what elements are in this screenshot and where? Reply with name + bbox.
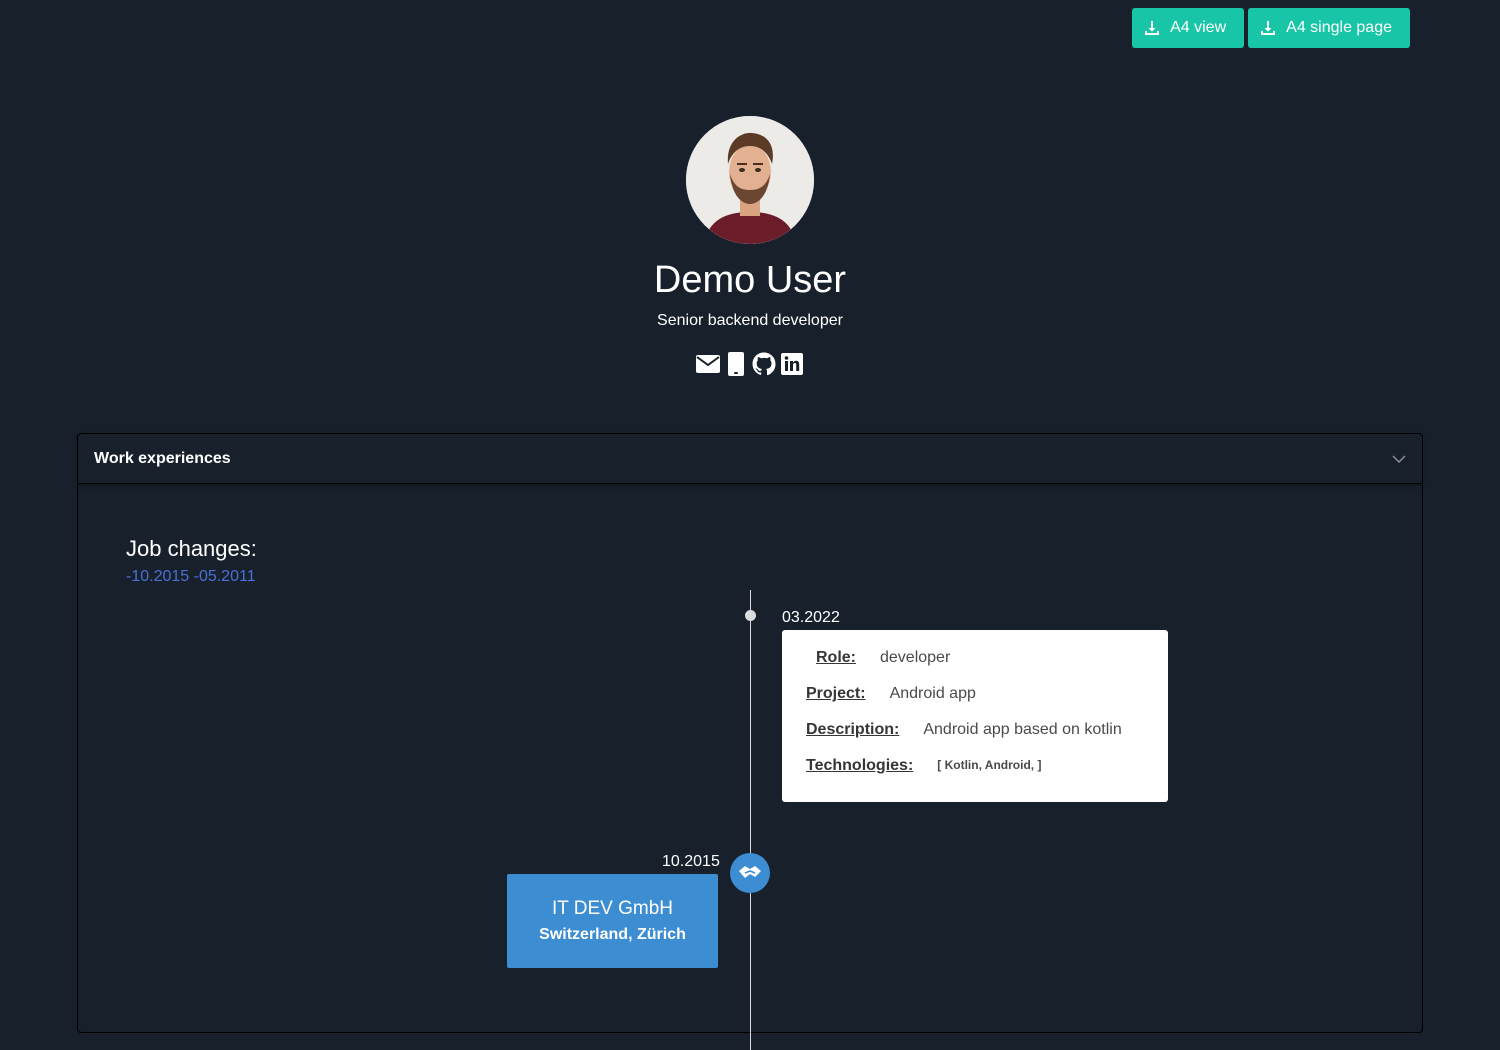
project-description-row: Description: Android app based on kotlin: [806, 721, 1144, 757]
download-icon: [1145, 21, 1160, 35]
description-label: Description:: [806, 721, 900, 738]
download-toolbar: A4 view A4 single page: [1132, 8, 1410, 48]
project-technologies-row: Technologies: [ Kotlin, Android, ]: [806, 757, 1144, 793]
project-name-row: Project: Android app: [806, 685, 1144, 721]
timeline-line: [750, 590, 751, 1050]
a4-single-page-button[interactable]: A4 single page: [1248, 8, 1410, 48]
handshake-icon: [730, 853, 770, 893]
role-value: developer: [880, 649, 951, 666]
project-role-row: Role: developer: [806, 649, 1144, 685]
technologies-label: Technologies:: [806, 757, 914, 774]
job-changes-title: Job changes:: [126, 536, 257, 561]
technologies-value: [ Kotlin, Android, ]: [937, 758, 1042, 772]
avatar-photo: [686, 116, 814, 244]
section-title: Work experiences: [94, 449, 231, 467]
github-icon[interactable]: [752, 352, 776, 376]
company-entry[interactable]: IT DEV GmbH Switzerland, Zürich: [507, 874, 718, 968]
a4-view-button[interactable]: A4 view: [1132, 8, 1245, 48]
project-entry: Role: developer Project: Android app Des…: [782, 630, 1168, 802]
project-label: Project:: [806, 685, 866, 702]
project-value: Android app: [889, 685, 976, 702]
contact-links: [0, 352, 1500, 376]
a4-single-page-label: A4 single page: [1286, 19, 1392, 36]
profile-header: Demo User Senior backend developer: [0, 116, 1500, 376]
chevron-down-icon[interactable]: [1392, 454, 1406, 463]
role-label: Role:: [816, 649, 856, 666]
project-date: 03.2022: [782, 609, 840, 626]
download-icon: [1261, 21, 1276, 35]
job-changes-dates[interactable]: -10.2015 -05.2011: [126, 568, 257, 586]
job-change-date: 10.2015: [662, 853, 720, 870]
job-changes-summary: Job changes: -10.2015 -05.2011: [126, 536, 257, 586]
description-value: Android app based on kotlin: [923, 721, 1122, 738]
envelope-icon[interactable]: [696, 352, 720, 376]
mobile-phone-icon[interactable]: [724, 352, 748, 376]
timeline-dot: [745, 610, 756, 621]
avatar: [686, 116, 814, 244]
work-experiences-header[interactable]: Work experiences: [78, 434, 1422, 484]
a4-view-label: A4 view: [1170, 19, 1227, 36]
linkedin-icon[interactable]: [780, 352, 804, 376]
profile-name: Demo User: [653, 259, 847, 301]
profile-role: Senior backend developer: [657, 312, 843, 329]
company-location: Switzerland, Zürich: [539, 926, 686, 943]
company-name: IT DEV GmbH: [551, 898, 674, 919]
work-experiences-card: Work experiences Job changes: -10.2015 -…: [77, 433, 1423, 1050]
